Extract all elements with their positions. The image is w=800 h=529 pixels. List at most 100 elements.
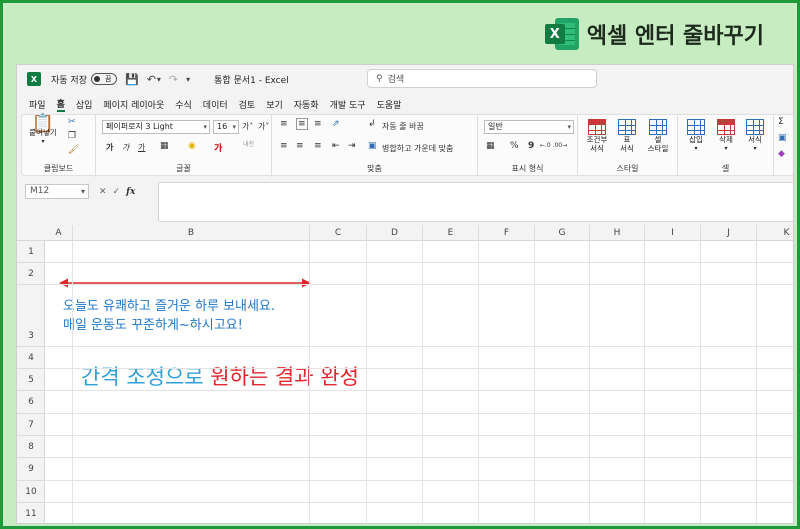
tab-home[interactable]: 홈	[56, 97, 65, 112]
format-as-table-button[interactable]: 표 서식	[612, 119, 642, 153]
tab-review[interactable]: 검토	[239, 98, 256, 111]
ribbon: 📋 붙여넣기 ▾ ✂ ❐ 🖌 클립보드 페이퍼로지 3 Light ▾ 16 ▾ 가…	[21, 114, 793, 177]
column-header-a[interactable]: A	[45, 225, 73, 241]
font-name-select[interactable]: 페이퍼로지 3 Light ▾	[102, 120, 210, 134]
shrink-font-button[interactable]: 가˅	[258, 121, 269, 132]
qat-customize-icon[interactable]: ▾	[186, 75, 190, 84]
align-bottom-icon[interactable]: ≡	[314, 119, 322, 129]
row-headers: 1 2 3 4 5 6 7 8 9 10 11	[17, 241, 45, 523]
wrap-text-icon[interactable]: ↲	[368, 119, 376, 129]
column-header-c[interactable]: C	[310, 225, 367, 241]
delete-cells-button[interactable]: 삭제 ▾	[712, 119, 740, 153]
undo-dropdown-icon[interactable]: ▾	[157, 75, 161, 84]
italic-button[interactable]: 가	[122, 142, 129, 153]
fill-icon[interactable]: ▣	[778, 133, 787, 143]
worksheet-grid[interactable]: ABCDEFGHIJK 1 2 3 4 5 6 7 8 9 10 11 오늘도 유쾌하고 즐거운 하…	[17, 225, 793, 523]
tab-automate[interactable]: 자동화	[294, 98, 319, 111]
wrapped-cell-text[interactable]: 오늘도 유쾌하고 즐거운 하루 보내세요. 매일 운동도 꾸준하게~하시고요!	[63, 297, 275, 335]
row-header-9[interactable]: 9	[17, 458, 45, 481]
row-header-6[interactable]: 6	[17, 391, 45, 414]
increase-indent-icon[interactable]: ⇥	[348, 141, 356, 151]
phonetic-button[interactable]: 내천	[243, 139, 254, 148]
table-icon	[618, 119, 636, 135]
tab-file[interactable]: 파일	[29, 98, 46, 111]
insert-function-button[interactable]: fx	[126, 187, 135, 197]
grid-line-horizontal	[45, 346, 793, 347]
row-header-8[interactable]: 8	[17, 436, 45, 458]
autosave-toggle[interactable]: 끔	[90, 73, 117, 85]
row-header-10[interactable]: 10	[17, 481, 45, 503]
bold-button[interactable]: 가	[106, 142, 113, 153]
name-box[interactable]: M12 ▾	[25, 184, 89, 199]
font-color-icon[interactable]: 가	[214, 141, 222, 154]
column-header-d[interactable]: D	[367, 225, 423, 241]
row-header-3[interactable]: 3	[17, 285, 45, 347]
enter-icon[interactable]: ✓	[113, 187, 121, 197]
font-size-select[interactable]: 16 ▾	[213, 120, 239, 134]
tab-view[interactable]: 보기	[266, 98, 283, 111]
cut-icon[interactable]: ✂	[68, 117, 76, 127]
row-header-2[interactable]: 2	[17, 263, 45, 285]
row-header-5[interactable]: 5	[17, 369, 45, 391]
paste-button[interactable]: 📋 붙여넣기 ▾	[28, 115, 58, 146]
row-header-1[interactable]: 1	[17, 241, 45, 263]
underline-button[interactable]: 가	[138, 142, 145, 153]
column-header-f[interactable]: F	[479, 225, 535, 241]
alignment-group: ≡ ≡ ≡ ⇗ ↲ 자동 줄 바꿈 ≡ ≡ ≡ ⇤ ⇥ ▣ 병합하고 가운데 맞…	[272, 115, 478, 177]
formula-input[interactable]	[158, 182, 793, 222]
clear-icon[interactable]: ◆	[778, 149, 785, 159]
number-format-select[interactable]: 일반 ▾	[484, 120, 574, 134]
caption: 간격 조정으로 원하는 결과 완성	[81, 361, 359, 391]
percent-button[interactable]: %	[510, 141, 519, 151]
tab-data[interactable]: 데이터	[203, 98, 228, 111]
format-cells-button[interactable]: 서식 ▾	[740, 119, 770, 153]
format-painter-icon[interactable]: 🖌	[68, 145, 79, 155]
format-cells-icon	[746, 119, 764, 135]
column-header-b[interactable]: B	[73, 225, 310, 241]
cancel-icon[interactable]: ✕	[99, 187, 107, 197]
decimal-buttons[interactable]: ←.0 .00→	[540, 142, 567, 149]
column-header-i[interactable]: I	[645, 225, 701, 241]
align-center-icon[interactable]: ≡	[296, 141, 304, 151]
tab-help[interactable]: 도움말	[377, 98, 402, 111]
undo-icon[interactable]: ↶	[147, 73, 156, 86]
ribbon-tabs: 파일 홈 삽입 페이지 레이아웃 수식 데이터 검토 보기 자동화 개발 도구 …	[17, 95, 793, 113]
accounting-format-icon[interactable]: ▦	[486, 141, 495, 151]
merge-center-button[interactable]: 병합하고 가운데 맞춤	[382, 143, 453, 154]
orientation-icon[interactable]: ⇗	[332, 119, 340, 129]
redo-icon[interactable]: ↷	[169, 73, 178, 86]
comma-button[interactable]: 9	[528, 141, 534, 151]
save-icon[interactable]: 💾	[125, 73, 139, 86]
fill-color-icon[interactable]: ◉	[188, 141, 196, 151]
banner-title-text: 엑셀 엔터 줄바꾸기	[586, 24, 764, 49]
row-header-4[interactable]: 4	[17, 347, 45, 369]
column-header-g[interactable]: G	[535, 225, 590, 241]
column-header-e[interactable]: E	[423, 225, 479, 241]
tab-page-layout[interactable]: 페이지 레이아웃	[103, 98, 164, 111]
formula-controls: ✕ ✓ fx	[93, 184, 155, 199]
grow-font-button[interactable]: 가˄	[242, 121, 253, 132]
clipboard-group: 📋 붙여넣기 ▾ ✂ ❐ 🖌 클립보드	[22, 115, 96, 177]
column-header-k[interactable]: K	[757, 225, 793, 241]
autosum-icon[interactable]: Σ	[778, 117, 784, 127]
row-header-11[interactable]: 11	[17, 503, 45, 523]
border-icon[interactable]: ▦	[160, 141, 169, 151]
row-header-7[interactable]: 7	[17, 414, 45, 436]
align-middle-icon[interactable]: ≡	[296, 118, 308, 130]
align-left-icon[interactable]: ≡	[280, 141, 288, 151]
merge-center-icon[interactable]: ▣	[368, 141, 377, 151]
search-input[interactable]: ⚲ 검색	[367, 69, 597, 88]
align-right-icon[interactable]: ≡	[314, 141, 322, 151]
tab-insert[interactable]: 삽입	[76, 98, 93, 111]
column-header-j[interactable]: J	[701, 225, 757, 241]
wrap-text-button[interactable]: 자동 줄 바꿈	[382, 121, 424, 132]
copy-icon[interactable]: ❐	[68, 131, 76, 141]
tab-developer[interactable]: 개발 도구	[330, 98, 366, 111]
cell-styles-button[interactable]: 셀 스타일	[642, 119, 674, 153]
tab-formulas[interactable]: 수식	[175, 98, 192, 111]
decrease-indent-icon[interactable]: ⇤	[332, 141, 340, 151]
insert-cells-button[interactable]: 삽입 ▾	[682, 119, 710, 153]
conditional-format-button[interactable]: 조건부 서식	[582, 119, 612, 153]
align-top-icon[interactable]: ≡	[280, 119, 288, 129]
column-header-h[interactable]: H	[590, 225, 645, 241]
